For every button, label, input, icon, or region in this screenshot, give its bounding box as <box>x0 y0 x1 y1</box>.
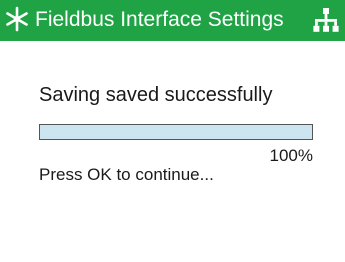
page-title: Fieldbus Interface Settings <box>35 8 284 31</box>
progress-percent: 100% <box>269 146 313 165</box>
settings-asterisk-icon <box>6 6 28 32</box>
continue-prompt: Press OK to continue... <box>39 165 214 184</box>
status-message: Saving saved successfully <box>39 84 273 106</box>
progress-bar <box>39 124 313 140</box>
fieldbus-network-icon <box>313 8 339 32</box>
progress-bar-fill <box>40 125 312 139</box>
title-bar: Fieldbus Interface Settings <box>0 0 345 41</box>
device-screen: Fieldbus Interface Settings Saving saved… <box>0 0 345 262</box>
